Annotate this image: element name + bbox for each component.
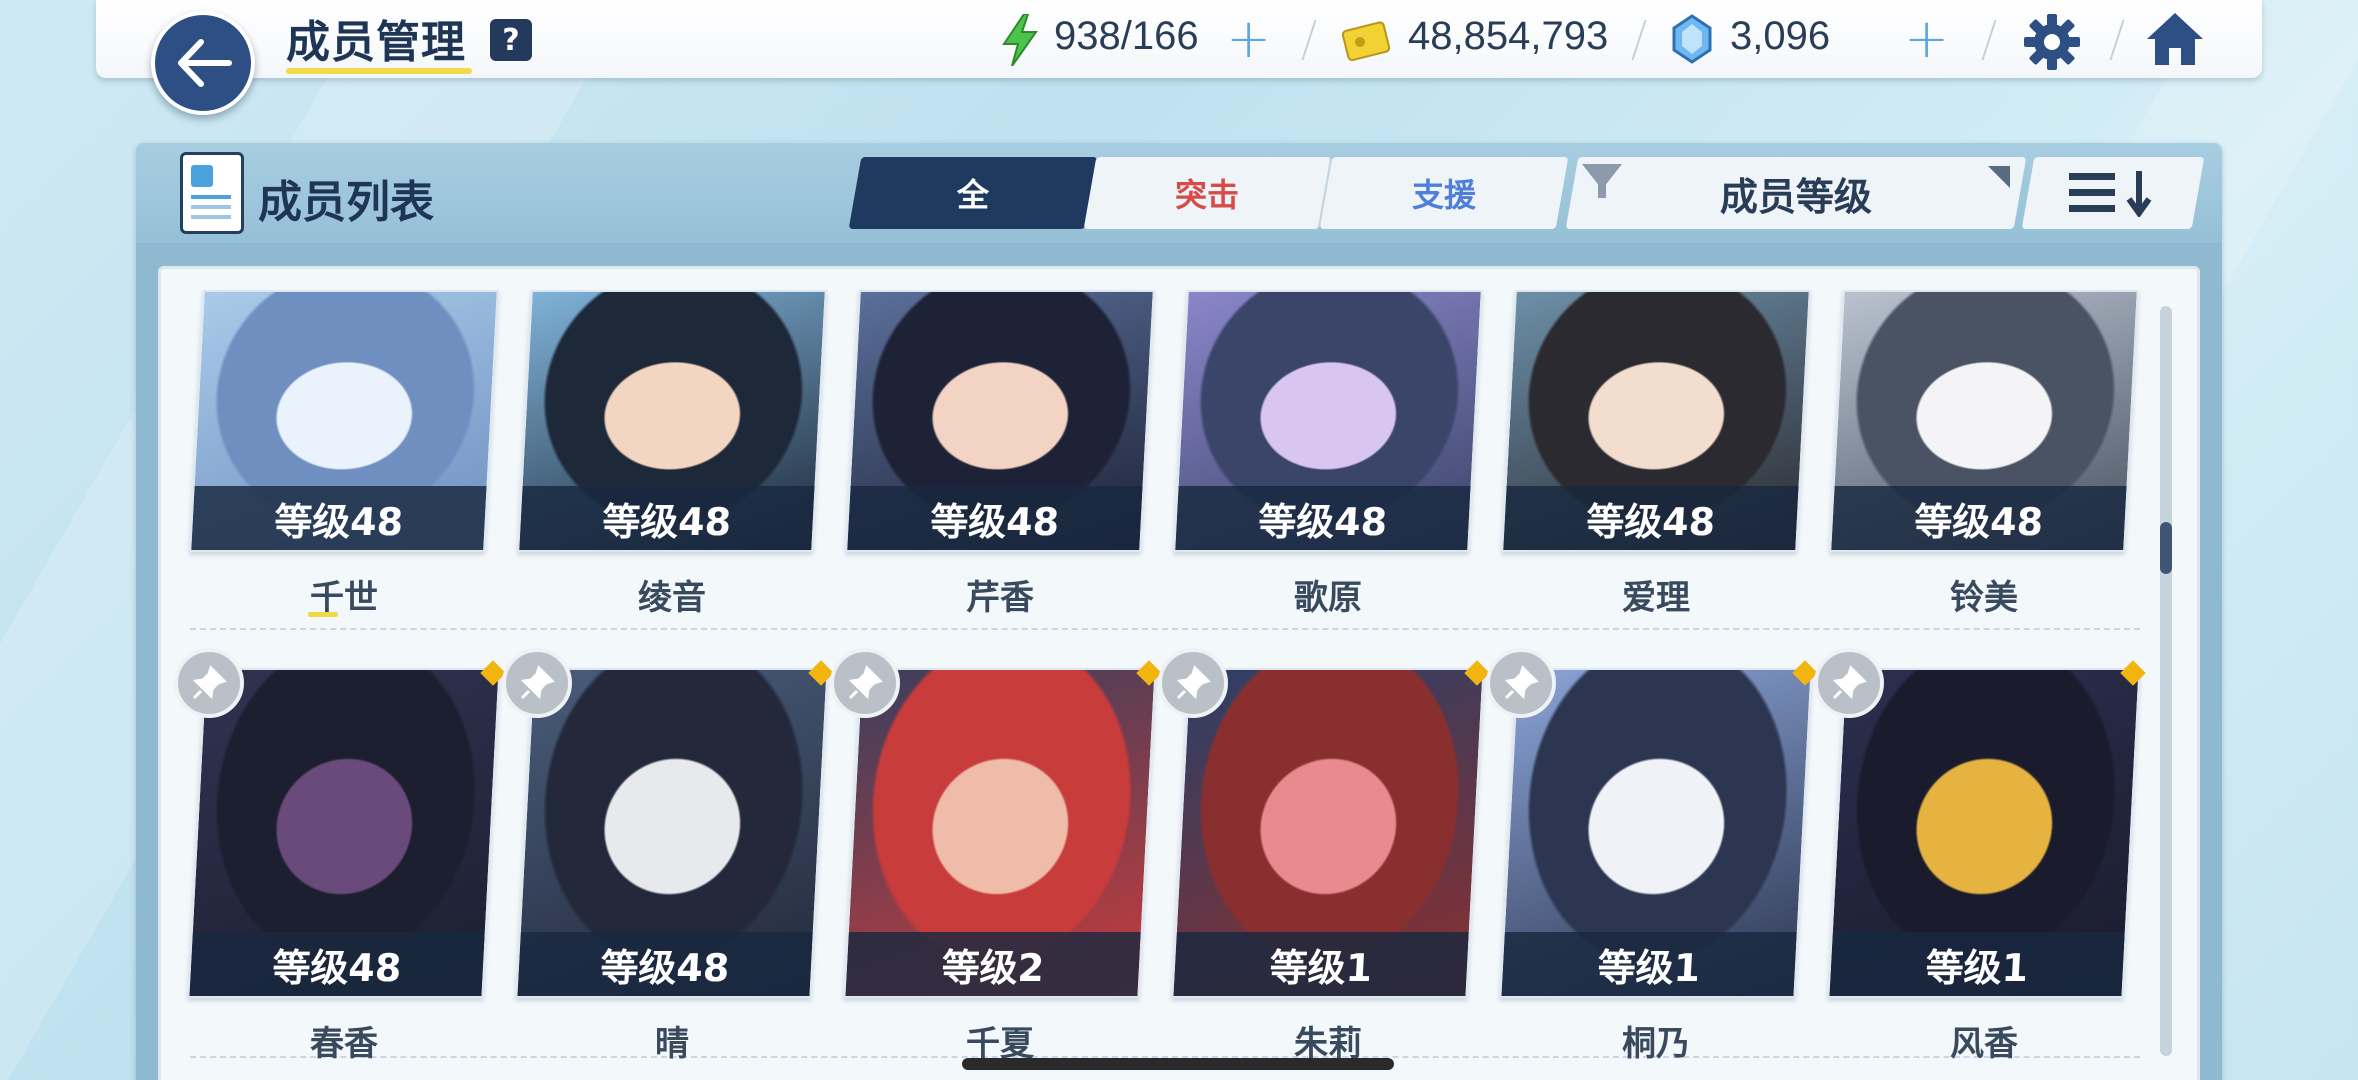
student-card[interactable]: 等级48 — [189, 290, 499, 552]
pin-icon — [1832, 665, 1867, 700]
row-separator — [190, 628, 2140, 630]
student-card[interactable]: 等级48 — [1173, 290, 1483, 552]
sort-order-button[interactable] — [2021, 157, 2205, 229]
student-level: 等级1 — [1501, 932, 1797, 996]
student-card[interactable]: 等级1 — [1171, 668, 1485, 998]
page-title: 成员管理 — [286, 17, 466, 68]
help-icon: ? — [502, 22, 520, 58]
student-card[interactable]: 等级48 — [517, 290, 827, 552]
tab-strike[interactable]: 突击 — [1083, 157, 1333, 229]
stamina-plus-button[interactable]: + — [1226, 12, 1271, 66]
title-underline — [286, 68, 472, 74]
tab-label: 突击 — [1174, 176, 1239, 214]
student-name: 芹香 — [966, 578, 1034, 618]
student-card[interactable]: 等级48 — [1829, 290, 2139, 552]
student-name: 铃美 — [1950, 578, 2018, 618]
sort-dropdown[interactable]: 成员等级 — [1565, 157, 2027, 229]
student-level: 等级48 — [517, 932, 813, 996]
tab-label: 支援 — [1411, 176, 1476, 214]
pyroxene-gem-icon — [1672, 14, 1712, 64]
pin-button[interactable] — [174, 648, 244, 718]
student-level: 等级2 — [845, 932, 1141, 996]
stamina-value: 938/166 — [1054, 14, 1199, 58]
name-marker — [308, 612, 338, 617]
tab-label: 全 — [956, 176, 989, 214]
student-name: 千世 — [310, 578, 378, 618]
pin-icon — [1504, 665, 1539, 700]
student-level: 等级48 — [519, 486, 815, 550]
student-name: 爱理 — [1622, 578, 1690, 618]
student-level: 等级48 — [1175, 486, 1471, 550]
help-button[interactable]: ? — [490, 19, 532, 61]
student-name: 春香 — [310, 1024, 378, 1064]
student-card[interactable]: 等级2 — [843, 668, 1157, 998]
student-name: 桐乃 — [1622, 1024, 1690, 1064]
student-card[interactable]: 等级48 — [187, 668, 501, 998]
tab-all[interactable]: 全 — [848, 157, 1098, 229]
student-level: 等级1 — [1829, 932, 2125, 996]
plus-icon: + — [1226, 7, 1272, 70]
student-level: 等级48 — [189, 932, 485, 996]
home-icon[interactable] — [2144, 10, 2206, 68]
student-card[interactable]: 等级48 — [845, 290, 1155, 552]
student-card[interactable]: 等级48 — [1501, 290, 1811, 552]
pin-icon — [192, 665, 227, 700]
plus-icon: + — [1904, 7, 1950, 70]
student-card[interactable]: 等级1 — [1499, 668, 1813, 998]
pin-button[interactable] — [1158, 648, 1228, 718]
student-name: 歌原 — [1294, 578, 1362, 618]
student-card[interactable]: 等级1 — [1827, 668, 2141, 998]
gear-icon[interactable] — [2022, 12, 2082, 72]
pin-button[interactable] — [1814, 648, 1884, 718]
tab-support[interactable]: 支援 — [1319, 157, 1569, 229]
pin-icon — [1176, 665, 1211, 700]
student-name: 晴 — [655, 1024, 689, 1064]
student-level: 等级48 — [1831, 486, 2127, 550]
gems-value: 3,096 — [1730, 14, 1831, 58]
back-arrow-icon — [178, 39, 232, 87]
gems-plus-button[interactable]: + — [1904, 12, 1949, 66]
student-level: 等级48 — [191, 486, 487, 550]
stamina-bolt-icon — [1002, 14, 1038, 66]
student-level: 等级48 — [847, 486, 1143, 550]
pin-button[interactable] — [502, 648, 572, 718]
back-button[interactable] — [151, 11, 255, 115]
pin-button[interactable] — [830, 648, 900, 718]
student-level: 等级1 — [1173, 932, 1469, 996]
credits-value: 48,854,793 — [1408, 14, 1609, 58]
credit-card-icon — [1342, 21, 1391, 62]
member-list-icon — [180, 152, 244, 234]
student-level: 等级48 — [1503, 486, 1799, 550]
scrollbar-thumb[interactable] — [2160, 522, 2172, 574]
system-home-indicator[interactable] — [962, 1058, 1394, 1070]
sort-label: 成员等级 — [1719, 174, 1872, 219]
scrollbar-track[interactable] — [2160, 306, 2172, 1056]
pin-icon — [520, 665, 555, 700]
panel-title: 成员列表 — [258, 177, 434, 228]
student-name: 风香 — [1950, 1024, 2018, 1064]
student-card[interactable]: 等级48 — [515, 668, 829, 998]
pin-button[interactable] — [1486, 648, 1556, 718]
sort-order-icon — [2069, 171, 2152, 217]
pin-icon — [848, 665, 883, 700]
student-name: 绫音 — [638, 578, 706, 618]
